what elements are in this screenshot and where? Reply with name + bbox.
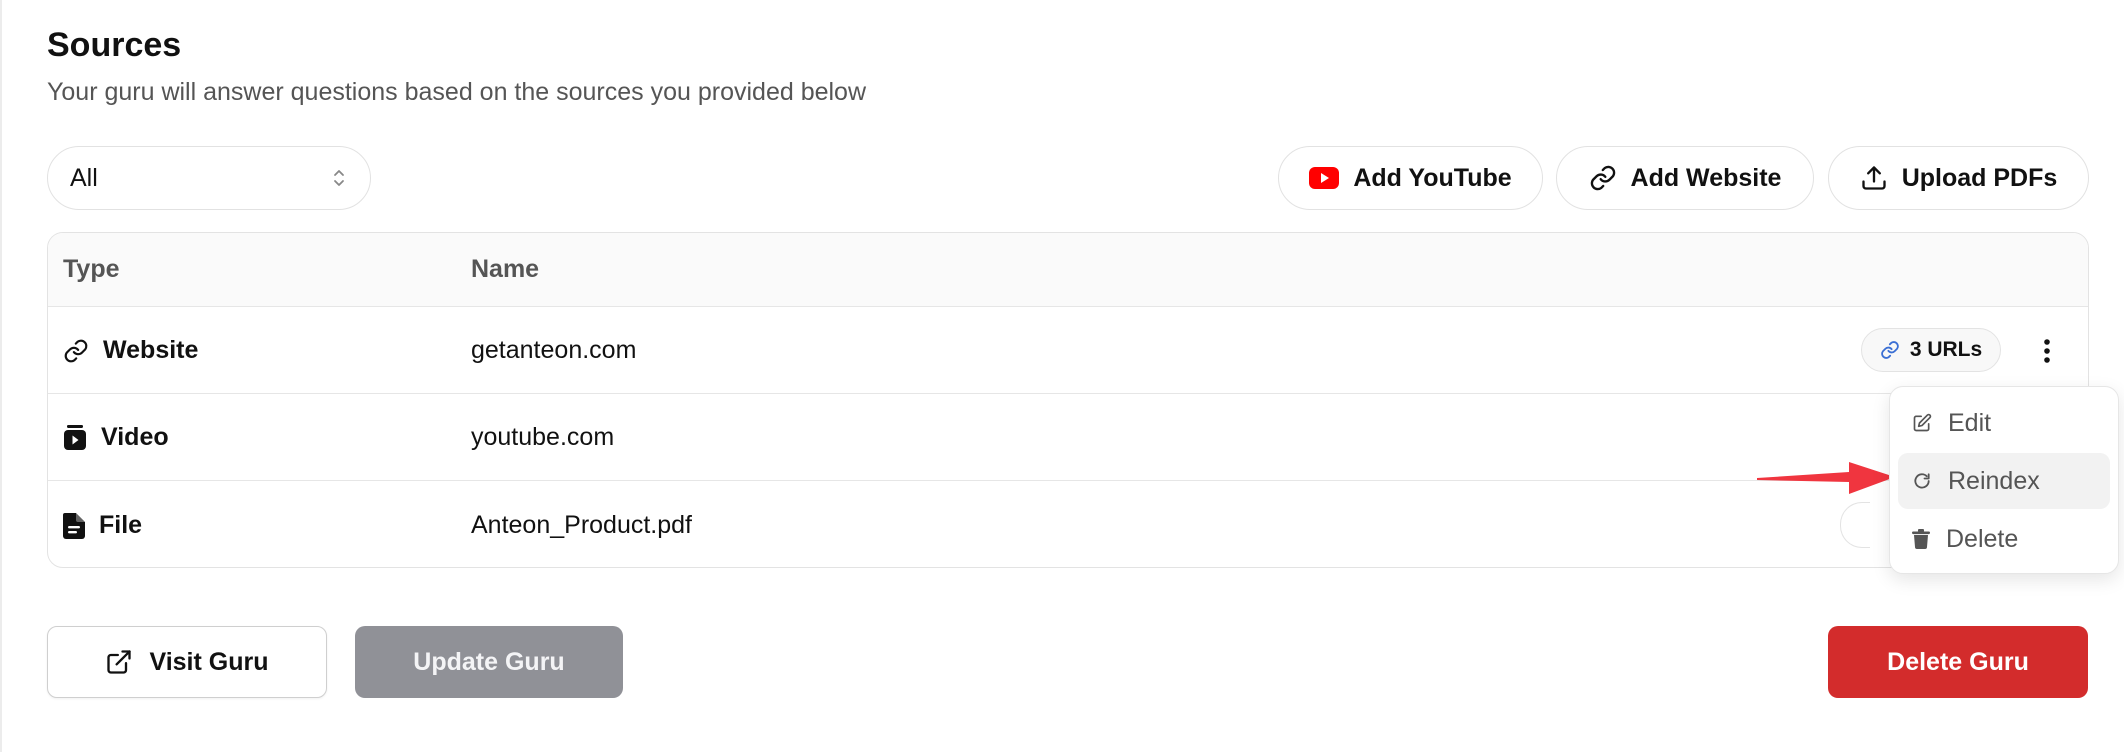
- name-cell: getanteon.com: [471, 336, 637, 364]
- name-cell: Anteon_Product.pdf: [471, 511, 692, 539]
- video-icon: [64, 424, 86, 450]
- add-website-button[interactable]: Add Website: [1556, 146, 1814, 210]
- file-icon: [63, 512, 85, 539]
- type-cell: Video: [63, 394, 169, 481]
- upload-icon: [1862, 166, 1886, 190]
- type-filter-select[interactable]: All: [47, 146, 371, 210]
- column-header-name: Name: [471, 255, 540, 283]
- link-icon: [1880, 341, 1899, 359]
- urls-badge-label: 3 URLs: [1909, 338, 1983, 361]
- link-icon: [1590, 165, 1615, 191]
- menu-item-delete[interactable]: Delete: [1898, 511, 2110, 567]
- chevron-up-down-icon: [334, 170, 344, 186]
- left-divider: [0, 0, 4, 752]
- table-row: Website getanteon.com 3 URLs: [48, 307, 2088, 394]
- upload-pdfs-label: Upload PDFs: [1901, 163, 2058, 192]
- type-cell: File: [63, 482, 143, 567]
- type-cell: Website: [63, 307, 198, 394]
- menu-item-label: Edit: [1948, 408, 1992, 437]
- row-context-menu: Edit Reindex Delete: [1889, 386, 2119, 574]
- menu-item-reindex[interactable]: Reindex: [1898, 453, 2110, 509]
- add-website-label: Add Website: [1630, 163, 1782, 192]
- type-label: Video: [101, 423, 169, 451]
- page-subtitle: Your guru will answer questions based on…: [47, 78, 867, 106]
- add-youtube-label: Add YouTube: [1353, 163, 1512, 192]
- upload-pdfs-button[interactable]: Upload PDFs: [1828, 146, 2089, 210]
- badge-edge: [1840, 502, 1870, 548]
- name-cell: youtube.com: [471, 423, 615, 451]
- refresh-icon: [1914, 473, 1930, 489]
- update-guru-button[interactable]: Update Guru: [355, 626, 623, 698]
- visit-guru-button[interactable]: Visit Guru: [47, 626, 327, 698]
- urls-badge[interactable]: 3 URLs: [1861, 328, 2001, 372]
- add-youtube-button[interactable]: Add YouTube: [1278, 146, 1543, 210]
- menu-item-edit[interactable]: Edit: [1898, 395, 2110, 451]
- visit-guru-label: Visit Guru: [149, 647, 269, 676]
- delete-guru-label: Delete Guru: [1887, 647, 2029, 676]
- type-label: File: [99, 511, 143, 539]
- update-guru-label: Update Guru: [413, 647, 565, 676]
- trash-icon: [1912, 529, 1930, 549]
- link-icon: [64, 339, 88, 362]
- sources-table: Type Name Website getanteon.com 3 URLs V…: [47, 232, 2089, 568]
- page-title: Sources: [47, 26, 182, 64]
- delete-guru-button[interactable]: Delete Guru: [1828, 626, 2088, 698]
- row-actions-button[interactable]: [2031, 333, 2063, 369]
- external-link-icon: [107, 650, 132, 674]
- menu-item-label: Reindex: [1948, 466, 2040, 495]
- type-label: Website: [103, 336, 199, 364]
- menu-item-label: Delete: [1946, 524, 2019, 553]
- sources-page: Sources Your guru will answer questions …: [47, 0, 2119, 752]
- type-filter-value: All: [70, 163, 98, 192]
- column-header-type: Type: [63, 255, 120, 283]
- edit-icon: [1913, 413, 1932, 432]
- annotation-arrow: [1757, 462, 1895, 494]
- table-header: Type Name: [48, 233, 2088, 307]
- youtube-icon: [1309, 167, 1340, 189]
- more-vertical-icon: [2044, 339, 2050, 363]
